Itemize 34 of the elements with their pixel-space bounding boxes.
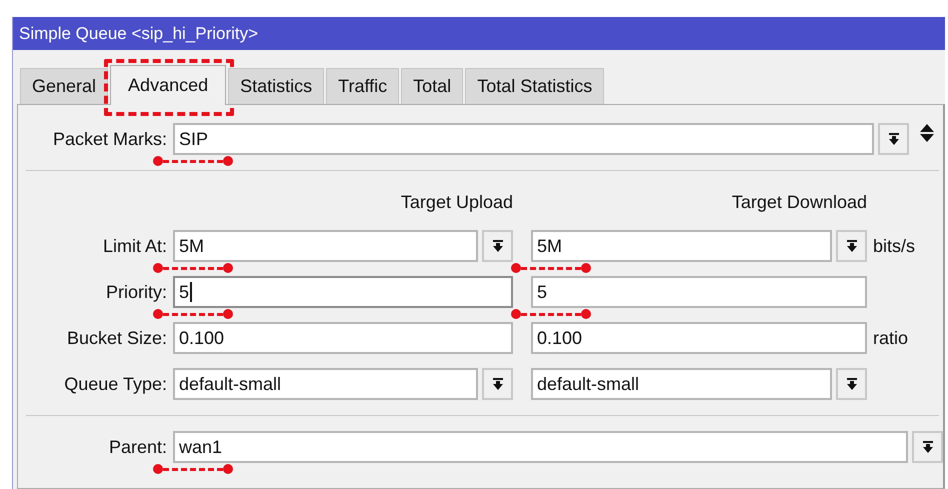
unit-label: bits/s xyxy=(873,235,916,258)
tab[interactable]: Total Statistics xyxy=(465,68,604,104)
column-heading: Target Download xyxy=(730,192,867,212)
input-field[interactable]: 0.100 xyxy=(173,322,513,354)
input-field[interactable]: default-small xyxy=(173,368,478,400)
tab[interactable]: Traffic xyxy=(326,68,400,104)
unit-label: ratio xyxy=(873,327,908,350)
dropdown-arrow-icon xyxy=(846,378,858,390)
dropdown-button[interactable] xyxy=(878,123,909,155)
dropdown-button[interactable] xyxy=(836,368,867,400)
dropdown-button[interactable] xyxy=(482,230,513,262)
input-field[interactable]: default-small xyxy=(531,368,832,400)
window-title: Simple Queue <sip_hi_Priority> xyxy=(13,17,945,50)
dropdown-arrow-icon xyxy=(922,441,934,453)
field-label: Bucket Size: xyxy=(66,327,168,350)
field-label: Priority: xyxy=(104,281,168,304)
dropdown-button[interactable] xyxy=(482,368,513,400)
input-field[interactable]: 0.100 xyxy=(531,322,867,354)
dropdown-button[interactable] xyxy=(912,431,943,463)
field-label: Packet Marks: xyxy=(52,128,168,151)
field-label: Queue Type: xyxy=(63,373,168,396)
tab[interactable]: Advanced xyxy=(110,65,226,105)
dropdown-arrow-icon xyxy=(888,133,900,145)
field-label: Limit At: xyxy=(102,235,168,258)
dropdown-button[interactable] xyxy=(836,230,867,262)
dropdown-arrow-icon xyxy=(492,378,504,390)
tab[interactable]: Total xyxy=(401,68,464,104)
column-heading: Target Upload xyxy=(400,192,513,212)
dropdown-arrow-icon xyxy=(492,240,504,252)
field-label: Parent: xyxy=(108,436,168,459)
tab[interactable]: Statistics xyxy=(228,68,324,104)
sort-arrows-icon[interactable] xyxy=(919,123,935,143)
tab[interactable]: General xyxy=(20,68,108,104)
dropdown-arrow-icon xyxy=(846,240,858,252)
